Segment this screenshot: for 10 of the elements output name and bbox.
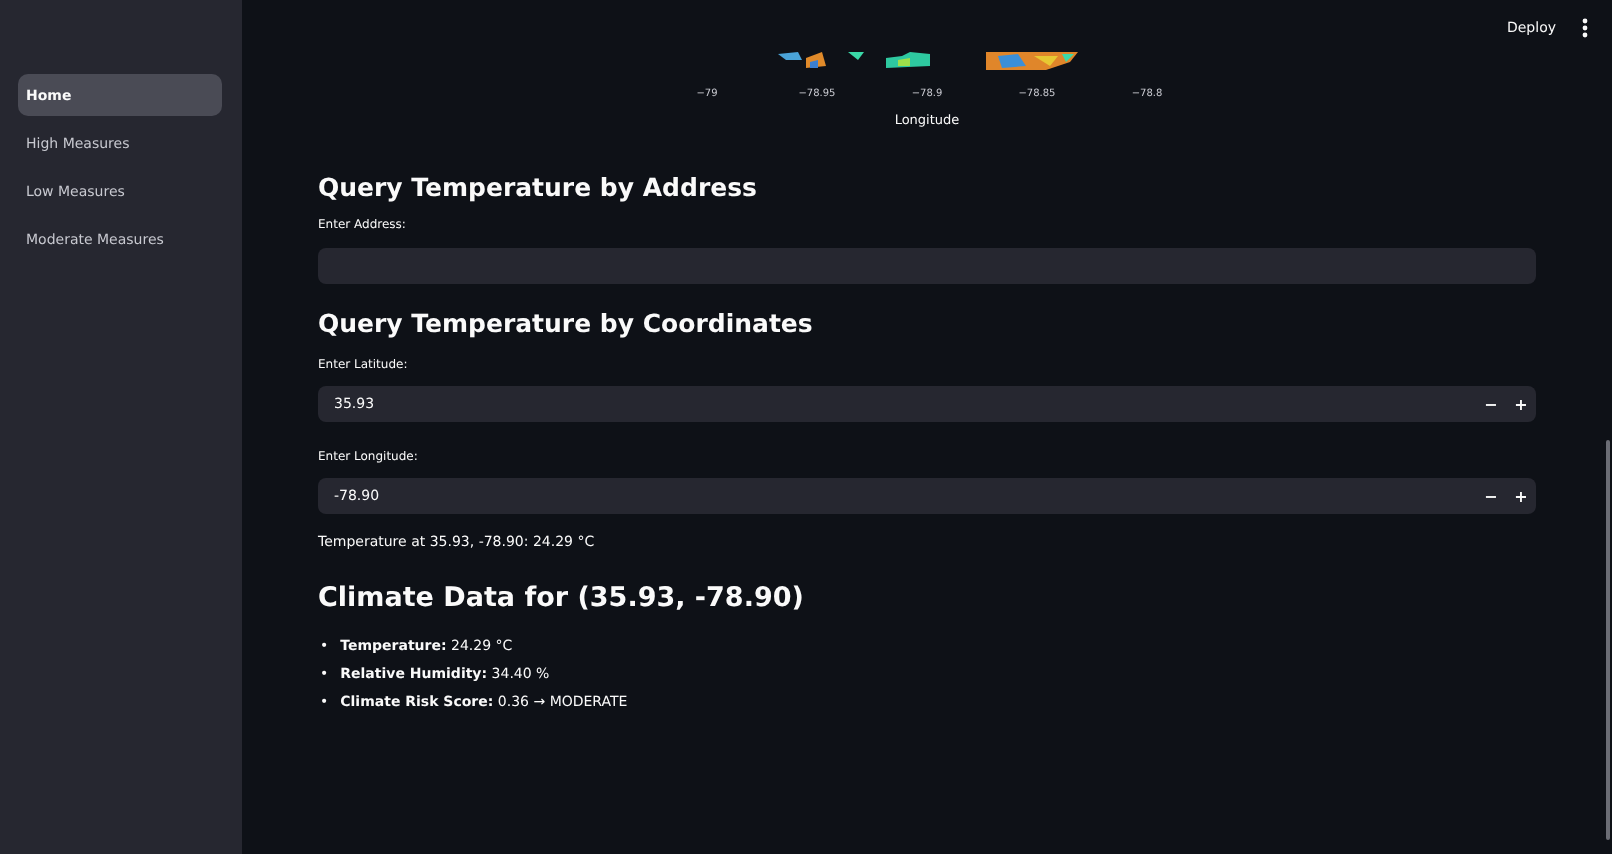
increment-button[interactable]: +	[1506, 487, 1536, 505]
scrollbar[interactable]	[1606, 440, 1610, 840]
address-field[interactable]	[318, 248, 1536, 284]
section-heading: Climate Data for (35.93, -78.90)	[318, 582, 806, 614]
decrement-button[interactable]: −	[1476, 487, 1506, 505]
more-options-icon[interactable]	[1582, 18, 1588, 38]
section-heading: Query Temperature by Coordinates	[318, 308, 815, 338]
section-heading: Query Temperature by Address	[318, 172, 759, 202]
increment-button[interactable]: +	[1506, 395, 1536, 413]
decrement-button[interactable]: −	[1476, 395, 1506, 413]
